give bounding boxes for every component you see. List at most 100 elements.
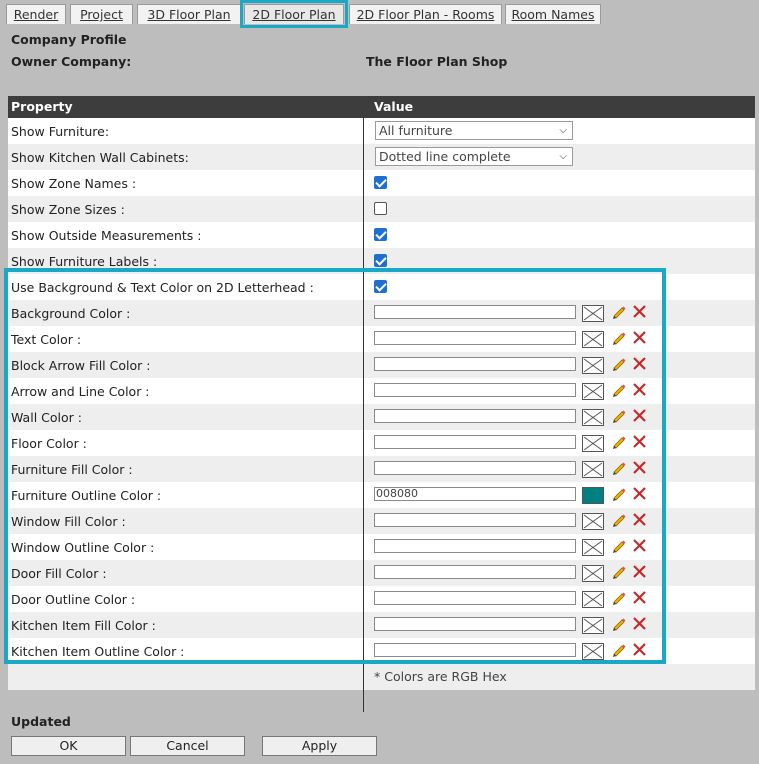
row-label: Show Kitchen Wall Cabinets:: [11, 150, 189, 165]
clear-color-icon[interactable]: [632, 382, 647, 397]
color-swatch[interactable]: [582, 565, 604, 582]
clear-color-icon[interactable]: [632, 408, 647, 423]
checkbox[interactable]: [374, 228, 387, 241]
color-row: Background Color :: [8, 300, 755, 326]
row-label: Kitchen Item Outline Color :: [11, 644, 185, 659]
pencil-icon[interactable]: [611, 590, 627, 606]
color-swatch[interactable]: [582, 591, 604, 608]
clear-color-icon[interactable]: [632, 642, 647, 657]
header-value: Value: [374, 99, 414, 114]
empty-swatch-icon: [583, 436, 603, 451]
row-label: Door Fill Color :: [11, 566, 107, 581]
color-hex-input[interactable]: [374, 617, 576, 631]
color-hex-input[interactable]: [374, 461, 576, 475]
color-swatch[interactable]: [582, 357, 604, 374]
checkbox-row: Show Zone Sizes :: [8, 196, 755, 222]
row-label: Show Furniture:: [11, 124, 110, 139]
tab-2d-floor-plan-rooms[interactable]: 2D Floor Plan - Rooms: [349, 4, 502, 24]
clear-color-icon[interactable]: [632, 538, 647, 553]
row-label: Background Color :: [11, 306, 131, 321]
pencil-icon[interactable]: [611, 434, 627, 450]
status-text: Updated: [11, 714, 71, 729]
color-hex-input[interactable]: [374, 383, 576, 397]
pencil-icon[interactable]: [611, 460, 627, 476]
clear-color-icon[interactable]: [632, 356, 647, 371]
color-hex-input[interactable]: [374, 435, 576, 449]
color-swatch[interactable]: [582, 513, 604, 530]
empty-swatch-icon: [583, 410, 603, 425]
color-swatch[interactable]: [582, 409, 604, 426]
color-hex-input[interactable]: [374, 643, 576, 657]
tab-2d-floor-plan[interactable]: 2D Floor Plan: [240, 0, 348, 28]
color-swatch[interactable]: [582, 617, 604, 634]
color-hex-input[interactable]: [374, 409, 576, 423]
pencil-icon[interactable]: [611, 616, 627, 632]
row-show-furniture: Show Furniture: All furniture ⌵: [8, 118, 755, 144]
pencil-icon[interactable]: [611, 642, 627, 658]
apply-button[interactable]: Apply: [262, 736, 377, 756]
clear-color-icon[interactable]: [632, 460, 647, 475]
color-row: Kitchen Item Outline Color :: [8, 638, 755, 664]
color-hex-input[interactable]: [374, 565, 576, 579]
clear-color-icon[interactable]: [632, 616, 647, 631]
pencil-icon[interactable]: [611, 512, 627, 528]
pencil-icon[interactable]: [611, 330, 627, 346]
pencil-icon[interactable]: [611, 304, 627, 320]
color-swatch[interactable]: [582, 435, 604, 452]
empty-swatch-icon: [583, 618, 603, 633]
tab-project[interactable]: Project: [70, 4, 133, 24]
color-hex-input[interactable]: 008080: [374, 487, 576, 501]
color-hex-input[interactable]: [374, 305, 576, 319]
row-note: * Colors are RGB Hex: [8, 664, 755, 690]
color-swatch[interactable]: [582, 383, 604, 400]
row-label: Show Zone Names :: [11, 176, 137, 191]
color-row: Window Fill Color :: [8, 508, 755, 534]
ok-button[interactable]: OK: [11, 736, 126, 756]
color-swatch[interactable]: [582, 487, 604, 504]
pencil-icon[interactable]: [611, 356, 627, 372]
row-label: Kitchen Item Fill Color :: [11, 618, 156, 633]
color-hex-input[interactable]: [374, 591, 576, 605]
row-show-cabinets: Show Kitchen Wall Cabinets: Dotted line …: [8, 144, 755, 170]
row-label: Door Outline Color :: [11, 592, 136, 607]
clear-color-icon[interactable]: [632, 330, 647, 345]
checkbox[interactable]: [374, 176, 387, 189]
color-row: Furniture Outline Color : 008080: [8, 482, 755, 508]
cancel-button[interactable]: Cancel: [130, 736, 245, 756]
color-row: Block Arrow Fill Color :: [8, 352, 755, 378]
color-hex-input[interactable]: [374, 357, 576, 371]
color-hex-input[interactable]: [374, 331, 576, 345]
color-swatch[interactable]: [582, 305, 604, 322]
color-hex-input[interactable]: [374, 539, 576, 553]
pencil-icon[interactable]: [611, 564, 627, 580]
pencil-icon[interactable]: [611, 538, 627, 554]
tab-room-names[interactable]: Room Names: [505, 4, 601, 24]
pencil-icon[interactable]: [611, 408, 627, 424]
checkbox[interactable]: [374, 280, 387, 293]
clear-color-icon[interactable]: [632, 590, 647, 605]
color-swatch[interactable]: [582, 331, 604, 348]
tab-render[interactable]: Render: [6, 4, 66, 24]
show-furniture-select[interactable]: All furniture ⌵: [375, 121, 573, 140]
table-header: Property Value: [8, 96, 755, 118]
clear-color-icon[interactable]: [632, 304, 647, 319]
empty-swatch-icon: [583, 592, 603, 607]
color-swatch[interactable]: [582, 643, 604, 660]
clear-color-icon[interactable]: [632, 512, 647, 527]
row-label: Text Color :: [11, 332, 82, 347]
checkbox[interactable]: [374, 202, 387, 215]
pencil-icon[interactable]: [611, 486, 627, 502]
clear-color-icon[interactable]: [632, 486, 647, 501]
clear-color-icon[interactable]: [632, 434, 647, 449]
empty-swatch-icon: [583, 462, 603, 477]
row-label: Block Arrow Fill Color :: [11, 358, 151, 373]
clear-color-icon[interactable]: [632, 564, 647, 579]
color-swatch[interactable]: [582, 461, 604, 478]
color-row: Furniture Fill Color :: [8, 456, 755, 482]
show-cabinets-select[interactable]: Dotted line complete ⌵: [375, 147, 573, 166]
pencil-icon[interactable]: [611, 382, 627, 398]
color-swatch[interactable]: [582, 539, 604, 556]
tab-3d-floor-plan[interactable]: 3D Floor Plan: [137, 4, 241, 24]
checkbox[interactable]: [374, 254, 387, 267]
color-hex-input[interactable]: [374, 513, 576, 527]
